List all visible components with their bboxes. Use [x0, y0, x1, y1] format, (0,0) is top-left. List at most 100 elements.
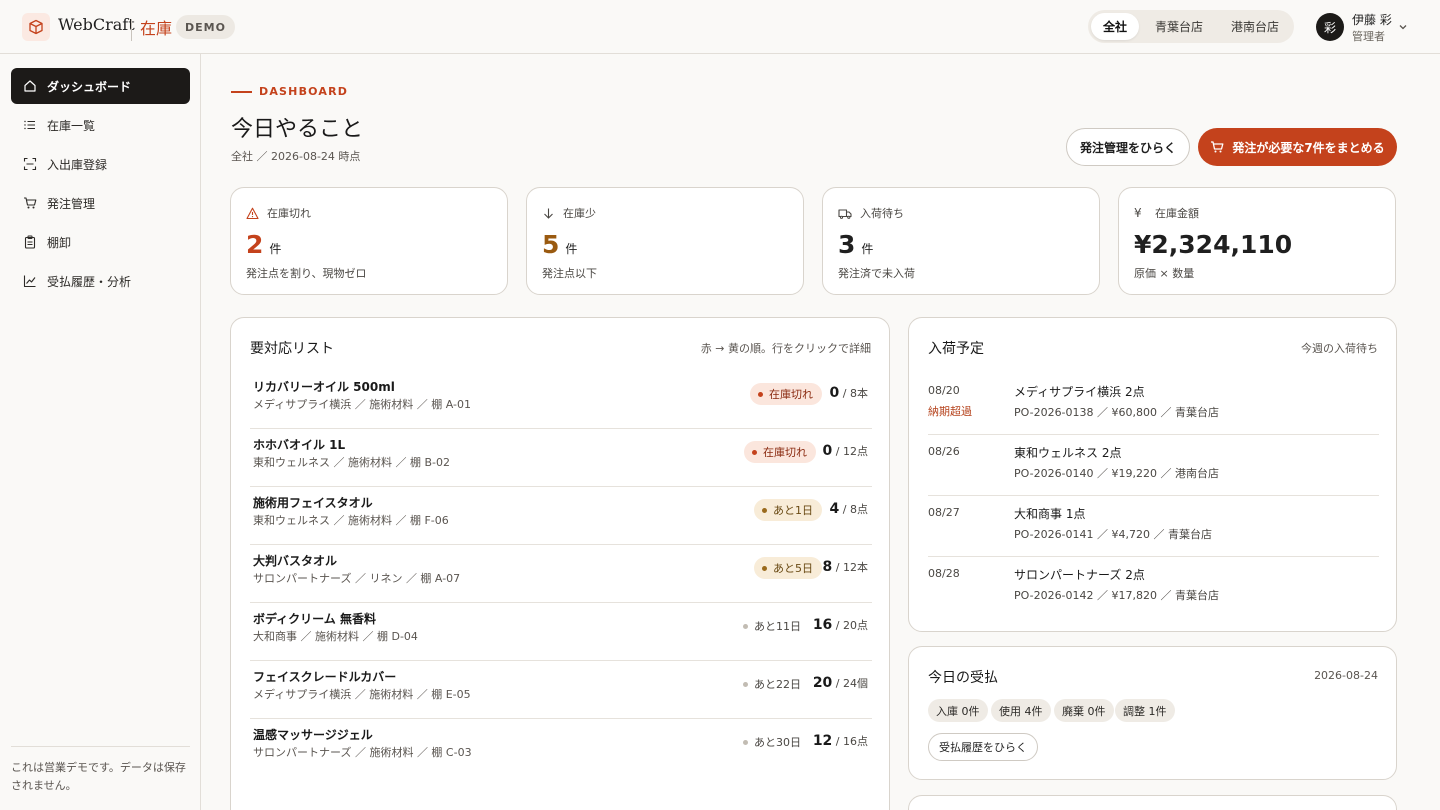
list-item[interactable]: 08/26 東和ウェルネス 2点 PO-2026-0140 ／ ¥19,220 … — [928, 435, 1379, 496]
item-name: ボディクリーム 無香料 — [253, 612, 376, 626]
item-meta: メディサプライ横浜 ／ 施術材料 ／ 棚 A-01 — [253, 398, 471, 411]
arrival-title: 大和商事 1点 — [1014, 507, 1086, 521]
arrival-meta: PO-2026-0142 ／ ¥17,820 ／ 青葉台店 — [1014, 589, 1219, 602]
status-badge: あと22日 — [735, 673, 810, 695]
daily-flow-panel: 今日の受払 2026-08-24 入庫 0件 使用 4件 廃棄 0件 調整 1件… — [908, 646, 1397, 780]
avatar[interactable]: 彩 — [1316, 13, 1344, 41]
list-item[interactable]: 08/20 納期超過 メディサプライ横浜 2点 PO-2026-0138 ／ ¥… — [928, 374, 1379, 435]
chip-adjust: 調整 1件 — [1115, 699, 1175, 722]
item-meta: 東和ウェルネス ／ 施術材料 ／ 棚 B-02 — [253, 456, 450, 469]
chip-receive: 入庫 0件 — [928, 699, 988, 722]
arrival-meta: PO-2026-0141 ／ ¥4,720 ／ 青葉台店 — [1014, 528, 1212, 541]
kpi-value: ¥2,324,110 — [1134, 230, 1293, 259]
kpi-value: 2 — [246, 230, 264, 259]
sidebar-item-orders[interactable]: 発注管理 — [11, 185, 190, 221]
sidebar-item-history[interactable]: 受払履歴・分析 — [11, 263, 190, 299]
store-option-konandai[interactable]: 港南台店 — [1219, 13, 1291, 40]
kpi-unit: 件 — [861, 242, 874, 256]
bundle-orders-button[interactable]: 発注が必要な7件をまとめる — [1198, 128, 1397, 166]
sidebar-divider — [11, 746, 190, 747]
item-meta: 大和商事 ／ 施術材料 ／ 棚 D-04 — [253, 630, 418, 643]
status-badge: あと30日 — [735, 731, 810, 753]
list-icon — [23, 118, 37, 132]
table-row[interactable]: 施術用フェイスタオル 東和ウェルネス ／ 施術材料 ／ 棚 F-06 あと1日 … — [250, 487, 872, 545]
arrival-date: 08/26 — [928, 445, 960, 458]
home-icon — [23, 79, 37, 93]
eyebrow-label: DASHBOARD — [259, 85, 349, 98]
open-history-button[interactable]: 受払履歴をひらく — [928, 733, 1038, 761]
flow-date: 2026-08-24 — [1314, 669, 1378, 682]
additional-panel — [908, 795, 1397, 810]
status-badge: あと1日 — [754, 499, 822, 521]
arrivals-panel: 入荷予定 今週の入荷待ち 08/20 納期超過 メディサプライ横浜 2点 PO-… — [908, 317, 1397, 632]
list-item[interactable]: 08/28 サロンパートナーズ 2点 PO-2026-0142 ／ ¥17,82… — [928, 557, 1379, 618]
panel-title: 要対応リスト — [250, 341, 334, 357]
store-switcher: 全社 青葉台店 港南台店 — [1088, 10, 1294, 43]
table-row[interactable]: フェイスクレードルカバー メディサプライ横浜 ／ 施術材料 ／ 棚 E-05 あ… — [250, 661, 872, 719]
sidebar-item-label: 入出庫登録 — [47, 157, 108, 172]
warning-icon — [246, 207, 259, 220]
arrival-date: 08/27 — [928, 506, 960, 519]
item-name: 大判バスタオル — [253, 554, 338, 568]
stock-quantity: 4 / 8点 — [829, 501, 868, 517]
sidebar-item-stocktake[interactable]: 棚卸 — [11, 224, 190, 260]
page-title: 今日やること — [231, 117, 364, 142]
store-option-all[interactable]: 全社 — [1091, 13, 1139, 40]
sidebar-item-dashboard[interactable]: ダッシュボード — [11, 68, 190, 104]
item-meta: メディサプライ横浜 ／ 施術材料 ／ 棚 E-05 — [253, 688, 471, 701]
sidebar-item-label: 発注管理 — [47, 196, 96, 211]
arrival-title: メディサプライ横浜 2点 — [1014, 385, 1145, 399]
sidebar: ダッシュボード 在庫一覧 入出庫登録 発注管理 棚卸 受払履歴・分析 これは営業… — [0, 54, 201, 810]
status-badge: 在庫切れ — [744, 441, 816, 463]
arrow-down-icon — [542, 207, 555, 220]
table-row[interactable]: リカバリーオイル 500ml メディサプライ横浜 ／ 施術材料 ／ 棚 A-01… — [250, 371, 872, 429]
sidebar-item-label: ダッシュボード — [47, 79, 132, 94]
eyebrow-line — [231, 91, 252, 93]
table-row[interactable]: ホホバオイル 1L 東和ウェルネス ／ 施術材料 ／ 棚 B-02 在庫切れ 0… — [250, 429, 872, 487]
stock-quantity: 0 / 8本 — [829, 385, 868, 401]
cart-icon — [23, 196, 37, 210]
sidebar-item-inventory[interactable]: 在庫一覧 — [11, 107, 190, 143]
list-item[interactable]: 08/27 大和商事 1点 PO-2026-0141 ／ ¥4,720 ／ 青葉… — [928, 496, 1379, 557]
kpi-card-low-stock[interactable]: 在庫少 5件 発注点以下 — [526, 187, 804, 295]
table-row[interactable]: ボディクリーム 無香料 大和商事 ／ 施術材料 ／ 棚 D-04 あと11日 1… — [250, 603, 872, 661]
table-row[interactable]: 温感マッサージジェル サロンパートナーズ ／ 施術材料 ／ 棚 C-03 あと3… — [250, 719, 872, 777]
kpi-note: 発注点以下 — [542, 267, 597, 280]
arrival-title: 東和ウェルネス 2点 — [1014, 446, 1122, 460]
box-logo-icon[interactable] — [22, 13, 50, 41]
arrival-date: 08/28 — [928, 567, 960, 580]
stock-quantity: 8 / 12本 — [822, 559, 868, 575]
status-badge: 在庫切れ — [750, 383, 822, 405]
panel-title: 入荷予定 — [928, 341, 984, 357]
sidebar-item-label: 在庫一覧 — [47, 118, 96, 133]
chip-usage: 使用 4件 — [991, 699, 1051, 722]
kpi-label: 在庫少 — [563, 207, 596, 220]
kpi-card-inventory-value[interactable]: ¥ 在庫金額 ¥2,324,110 原価 × 数量 — [1118, 187, 1396, 295]
item-name: 温感マッサージジェル — [253, 728, 373, 742]
kpi-card-awaiting-arrival[interactable]: 入荷待ち 3件 発注済で未入荷 — [822, 187, 1100, 295]
arrival-title: サロンパートナーズ 2点 — [1014, 568, 1145, 582]
table-row[interactable]: 大判バスタオル サロンパートナーズ ／ リネン ／ 棚 A-07 あと5日 8 … — [250, 545, 872, 603]
brand-divider — [131, 19, 132, 41]
overdue-label: 納期超過 — [928, 405, 972, 418]
kpi-value: 5 — [542, 230, 560, 259]
kpi-label: 在庫金額 — [1155, 207, 1199, 220]
sidebar-item-stock-io[interactable]: 入出庫登録 — [11, 146, 190, 182]
bundle-orders-label: 発注が必要な7件をまとめる — [1232, 140, 1385, 155]
demo-note: これは営業デモです。データは保存されません。 — [11, 761, 186, 792]
chart-icon — [23, 274, 37, 288]
kpi-note: 発注済で未入荷 — [838, 267, 915, 280]
panel-hint: 今週の入荷待ち — [1301, 342, 1378, 355]
brand-subtitle: 在庫 — [140, 19, 173, 38]
kpi-label: 在庫切れ — [267, 207, 311, 220]
open-orders-button[interactable]: 発注管理をひらく — [1066, 128, 1190, 166]
chevron-down-icon[interactable] — [1397, 21, 1409, 37]
store-option-aobadai[interactable]: 青葉台店 — [1143, 13, 1215, 40]
stock-quantity: 16 / 20点 — [812, 617, 868, 633]
arrival-meta: PO-2026-0138 ／ ¥60,800 ／ 青葉台店 — [1014, 406, 1219, 419]
user-name[interactable]: 伊藤 彩 — [1352, 11, 1392, 28]
kpi-unit: 件 — [269, 242, 282, 256]
status-badge: あと11日 — [735, 615, 810, 637]
arrival-date: 08/20 — [928, 384, 960, 397]
kpi-card-out-of-stock[interactable]: 在庫切れ 2件 発注点を割り、現物ゼロ — [230, 187, 508, 295]
